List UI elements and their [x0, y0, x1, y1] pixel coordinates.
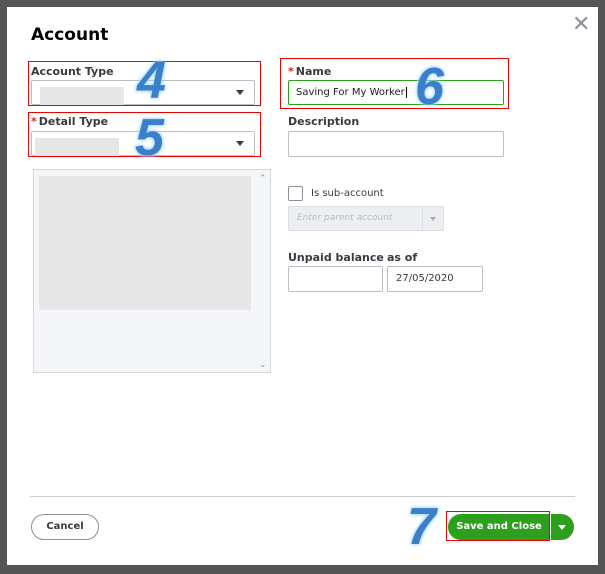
- highlight-save: [446, 511, 550, 541]
- description-input[interactable]: [288, 131, 504, 157]
- sub-account-label: Is sub-account: [311, 188, 384, 199]
- close-icon[interactable]: ✕: [572, 12, 590, 37]
- detail-description-text: [39, 176, 251, 310]
- chevron-down-icon: [236, 90, 244, 95]
- description-label: Description: [288, 115, 360, 128]
- annotation-4: 4: [137, 52, 166, 110]
- account-type-label: Account Type: [31, 65, 114, 78]
- name-value: Saving For My Worker: [296, 87, 405, 98]
- as-of-value: 27/05/2020: [396, 273, 454, 284]
- unpaid-balance-label: Unpaid balance: [288, 251, 384, 264]
- account-type-value: [40, 87, 124, 105]
- parent-account-placeholder: Enter parent account: [297, 213, 393, 223]
- name-label: Name: [295, 65, 332, 78]
- annotation-6: 6: [415, 58, 444, 116]
- save-options-button[interactable]: [551, 514, 574, 540]
- as-of-date-input[interactable]: 27/05/2020: [387, 266, 483, 292]
- parent-account-select[interactable]: Enter parent account: [288, 206, 444, 231]
- required-marker: *: [288, 65, 294, 78]
- chevron-down-icon: [430, 217, 436, 221]
- scrollbar[interactable]: ⌃ ⌄: [256, 170, 270, 372]
- detail-type-value: [35, 138, 119, 156]
- scroll-down-icon[interactable]: ⌄: [259, 360, 267, 370]
- detail-description-panel: ⌃ ⌄: [33, 169, 271, 373]
- unpaid-balance-input[interactable]: [288, 266, 383, 292]
- annotation-5: 5: [135, 109, 164, 167]
- scroll-up-icon[interactable]: ⌃: [259, 174, 267, 184]
- chevron-down-icon: [236, 141, 244, 146]
- footer-divider: [30, 496, 575, 497]
- required-marker: *: [31, 115, 37, 128]
- detail-type-label: Detail Type: [38, 115, 109, 128]
- annotation-7: 7: [407, 498, 436, 556]
- chevron-down-icon: [558, 525, 566, 530]
- cancel-button[interactable]: Cancel: [31, 514, 99, 540]
- dialog-title: Account: [31, 25, 109, 45]
- account-dialog: Account ✕ Account Type * Detail Type ⌃ ⌄ …: [7, 7, 598, 565]
- as-of-label: as of: [387, 251, 418, 264]
- name-input[interactable]: Saving For My Worker: [288, 80, 504, 105]
- sub-account-checkbox[interactable]: [288, 186, 303, 201]
